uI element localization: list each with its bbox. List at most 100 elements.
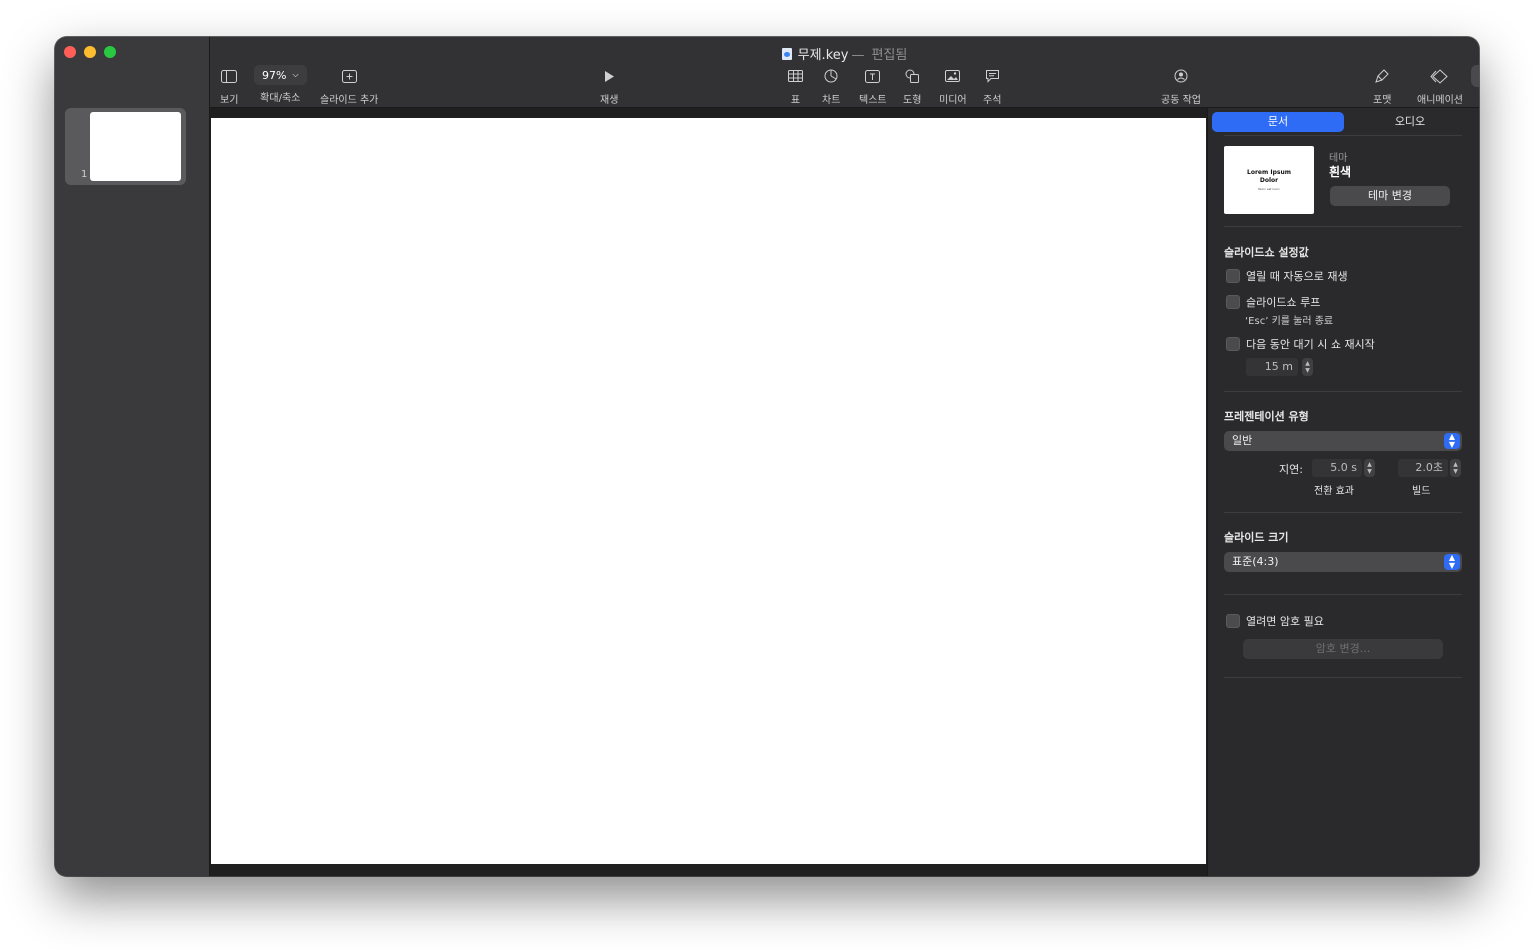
- divider: [1224, 135, 1462, 136]
- animate-button[interactable]: 애니메이션: [1417, 67, 1463, 106]
- transition-delay-field[interactable]: 5.0 s: [1312, 459, 1362, 477]
- text-button[interactable]: 텍스트: [859, 67, 887, 106]
- format-label: 포맷: [1373, 95, 1392, 106]
- add-slide-icon: [341, 67, 357, 85]
- delay-label: 지연:: [1279, 463, 1303, 476]
- minimize-button[interactable]: [84, 46, 96, 58]
- view-label: 보기: [220, 95, 239, 106]
- change-theme-button[interactable]: 테마 변경: [1330, 186, 1450, 206]
- presentation-type-title: 프레젠테이션 유형: [1224, 410, 1309, 423]
- presentation-type-select[interactable]: 일반 ▲ ▼: [1224, 431, 1462, 451]
- close-button[interactable]: [64, 46, 76, 58]
- restart-delay-stepper[interactable]: ▲ ▼: [1302, 358, 1313, 376]
- divider: [1224, 677, 1462, 678]
- chart-icon: [824, 67, 838, 85]
- build-delay-field[interactable]: 2.0초: [1398, 459, 1448, 477]
- build-delay-stepper[interactable]: ▲ ▼: [1450, 459, 1461, 477]
- transition-delay-stepper[interactable]: ▲ ▼: [1364, 459, 1375, 477]
- loop-option[interactable]: 슬라이드쇼 루프: [1226, 294, 1320, 310]
- table-label: 표: [790, 95, 801, 106]
- zoom-control[interactable]: 97% ⌵ 확대/축소: [254, 65, 307, 104]
- shape-button[interactable]: 도형: [903, 67, 921, 106]
- require-password-option[interactable]: 열려면 암호 필요: [1226, 613, 1324, 629]
- animate-label: 애니메이션: [1417, 95, 1463, 106]
- change-password-button[interactable]: 암호 변경...: [1243, 639, 1443, 659]
- comment-label: 주석: [983, 95, 1002, 106]
- collaborate-label: 공동 작업: [1161, 95, 1201, 106]
- autoplay-label: 열릴 때 자동으로 재생: [1246, 270, 1348, 283]
- slide-thumbnail-preview: [90, 112, 181, 181]
- tab-audio[interactable]: 오디오: [1344, 112, 1476, 132]
- theme-caption: 테마: [1329, 153, 1348, 164]
- chevron-up-icon: ▲: [1453, 461, 1458, 468]
- play-icon: [603, 67, 615, 85]
- shape-icon: [905, 67, 920, 85]
- build-label: 빌드: [1412, 486, 1431, 497]
- select-arrows-icon: ▲ ▼: [1444, 554, 1460, 570]
- document-button[interactable]: 문서: [1471, 65, 1479, 106]
- tab-document[interactable]: 문서: [1212, 112, 1344, 132]
- chevron-down-icon: ▼: [1453, 468, 1458, 475]
- loop-checkbox[interactable]: [1226, 295, 1240, 309]
- autoplay-checkbox[interactable]: [1226, 269, 1240, 283]
- document-name: 무제.key: [797, 48, 849, 63]
- slide-size-title: 슬라이드 크기: [1224, 531, 1289, 544]
- restart-delay-field[interactable]: 15 m: [1246, 358, 1298, 376]
- chart-label: 차트: [822, 95, 841, 106]
- collaborate-icon: [1173, 67, 1189, 85]
- chevron-down-icon: ▼: [1305, 367, 1310, 374]
- chevron-up-icon: ▲: [1305, 360, 1310, 367]
- theme-preview-subtitle: Nunc est nunc: [1258, 187, 1280, 191]
- shape-label: 도형: [903, 95, 922, 106]
- edited-status: 편집됨: [871, 48, 908, 63]
- text-box-icon: [865, 67, 881, 85]
- play-button[interactable]: 재생: [600, 67, 618, 106]
- divider: [1224, 594, 1462, 595]
- document-icon: [781, 48, 792, 60]
- inspector-tabs: 문서 오디오: [1212, 112, 1476, 132]
- slide-thumbnail-1[interactable]: 1: [65, 108, 186, 185]
- media-button[interactable]: 미디어: [939, 67, 967, 106]
- chart-button[interactable]: 차트: [822, 67, 840, 106]
- collaborate-button[interactable]: 공동 작업: [1161, 67, 1201, 106]
- table-icon: [788, 67, 803, 85]
- restart-checkbox[interactable]: [1226, 337, 1240, 351]
- toolbar: 무제.key — 편집됨 보기 97% ⌵ 확대/축소 슬라이드 추가 재생 표…: [210, 37, 1479, 108]
- chevron-down-icon: ▼: [1367, 468, 1372, 475]
- zoom-value: 97%: [262, 68, 287, 82]
- comment-icon: [985, 67, 1000, 85]
- paintbrush-icon: [1375, 67, 1389, 85]
- divider: [1224, 391, 1462, 392]
- theme-preview[interactable]: Lorem Ipsum Dolor Nunc est nunc: [1224, 146, 1314, 214]
- chevron-up-icon: ▲: [1367, 461, 1372, 468]
- require-password-checkbox[interactable]: [1226, 614, 1240, 628]
- restart-option[interactable]: 다음 동안 대기 시 쇼 재시작: [1226, 336, 1375, 352]
- window-title: 무제.key — 편집됨: [210, 44, 1479, 63]
- title-separator: —: [851, 48, 865, 63]
- restart-label: 다음 동안 대기 시 쇼 재시작: [1246, 338, 1375, 351]
- comment-button[interactable]: 주석: [983, 67, 1001, 106]
- zoom-dropdown[interactable]: 97% ⌵: [254, 65, 307, 85]
- select-arrows-icon: ▲ ▼: [1444, 433, 1460, 449]
- slide[interactable]: [211, 118, 1206, 864]
- table-button[interactable]: 표: [788, 67, 803, 106]
- window-controls: [64, 46, 116, 58]
- sidebar-icon: [221, 67, 238, 85]
- add-slide-label: 슬라이드 추가: [320, 95, 379, 106]
- esc-note: ‘Esc’ 키를 눌러 종료: [1245, 316, 1334, 327]
- divider: [1224, 512, 1462, 513]
- fullscreen-button[interactable]: [104, 46, 116, 58]
- slide-number: 1: [81, 169, 88, 180]
- document-inspector: 문서 오디오 Lorem Ipsum Dolor Nunc est nunc 테…: [1207, 108, 1479, 876]
- add-slide-button[interactable]: 슬라이드 추가: [320, 67, 378, 106]
- chevron-down-icon: ⌵: [292, 70, 299, 79]
- format-button[interactable]: 포맷: [1373, 67, 1391, 106]
- media-label: 미디어: [939, 95, 967, 106]
- require-password-label: 열려면 암호 필요: [1246, 615, 1324, 628]
- slide-size-select[interactable]: 표준(4:3) ▲ ▼: [1224, 552, 1462, 572]
- diamond-icon: [1430, 67, 1450, 85]
- keynote-window: 1 무제.key — 편집됨 보기 97% ⌵ 확대/축소 슬라이드 추가 재생…: [55, 37, 1479, 876]
- loop-label: 슬라이드쇼 루프: [1246, 296, 1321, 309]
- view-button[interactable]: 보기: [220, 67, 238, 106]
- autoplay-option[interactable]: 열릴 때 자동으로 재생: [1226, 268, 1348, 284]
